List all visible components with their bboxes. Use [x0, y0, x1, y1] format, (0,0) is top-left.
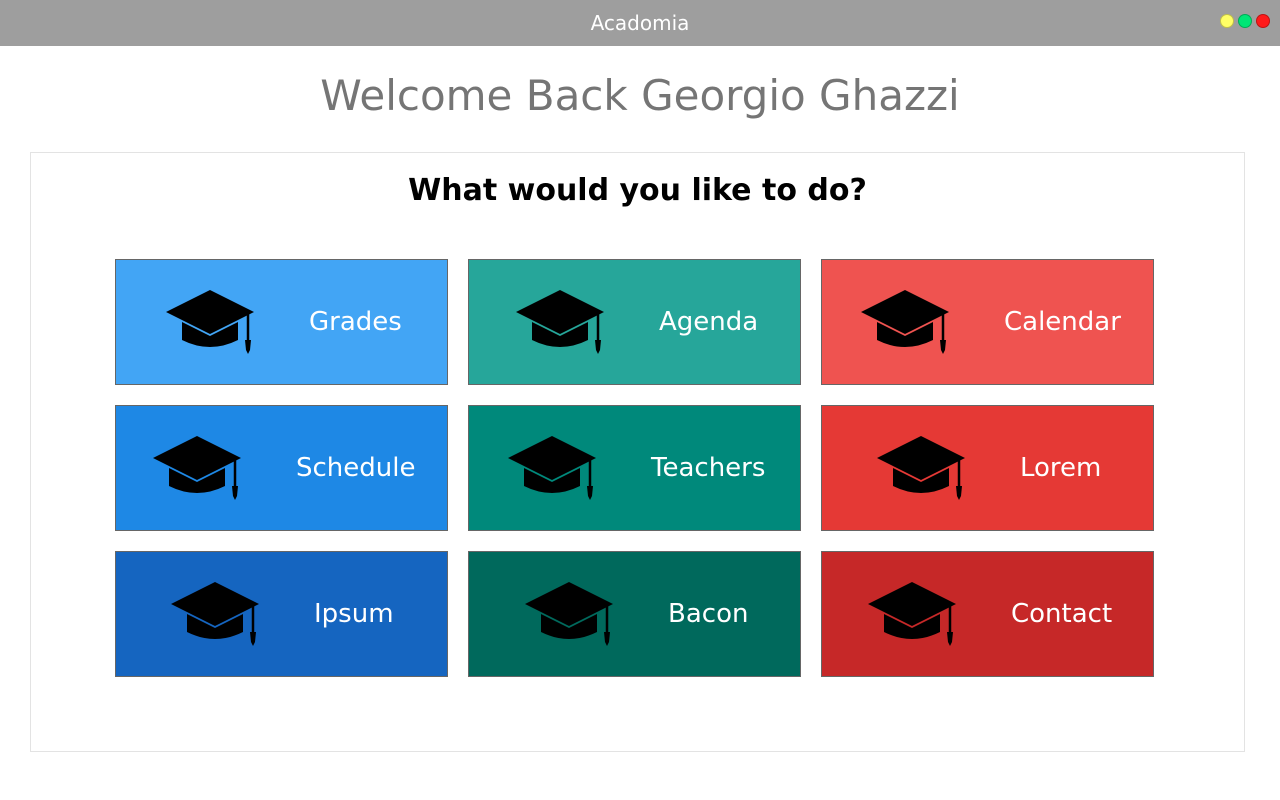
calendar-label: Calendar: [1004, 307, 1121, 337]
graduation-cap-icon: [861, 290, 949, 354]
bacon-label: Bacon: [668, 599, 749, 629]
ipsum-label: Ipsum: [314, 599, 394, 629]
ipsum-tile[interactable]: Ipsum: [115, 551, 448, 677]
prompt-heading: What would you like to do?: [408, 173, 867, 208]
close-button[interactable]: [1256, 14, 1270, 28]
schedule-tile[interactable]: Schedule: [115, 405, 448, 531]
schedule-label: Schedule: [296, 453, 416, 483]
graduation-cap-icon: [153, 436, 241, 500]
minimize-button[interactable]: [1220, 14, 1234, 28]
lorem-label: Lorem: [1020, 453, 1102, 483]
maximize-button[interactable]: [1238, 14, 1252, 28]
teachers-label: Teachers: [651, 453, 766, 483]
contact-tile[interactable]: Contact: [821, 551, 1154, 677]
graduation-cap-icon: [868, 582, 956, 646]
teachers-tile[interactable]: Teachers: [468, 405, 801, 531]
welcome-heading: Welcome Back Georgio Ghazzi: [320, 71, 960, 120]
grades-label: Grades: [309, 307, 402, 337]
app-title: Acadomia: [590, 11, 690, 35]
contact-label: Contact: [1011, 599, 1113, 629]
graduation-cap-icon: [877, 436, 965, 500]
bacon-tile[interactable]: Bacon: [468, 551, 801, 677]
title-bar: Acadomia: [0, 0, 1280, 46]
agenda-label: Agenda: [659, 307, 759, 337]
actions-panel: What would you like to do? Grades Agenda…: [30, 152, 1245, 752]
graduation-cap-icon: [516, 290, 604, 354]
lorem-tile[interactable]: Lorem: [821, 405, 1154, 531]
calendar-tile[interactable]: Calendar: [821, 259, 1154, 385]
grades-tile[interactable]: Grades: [115, 259, 448, 385]
agenda-tile[interactable]: Agenda: [468, 259, 801, 385]
graduation-cap-icon: [171, 582, 259, 646]
graduation-cap-icon: [508, 436, 596, 500]
graduation-cap-icon: [525, 582, 613, 646]
graduation-cap-icon: [166, 290, 254, 354]
